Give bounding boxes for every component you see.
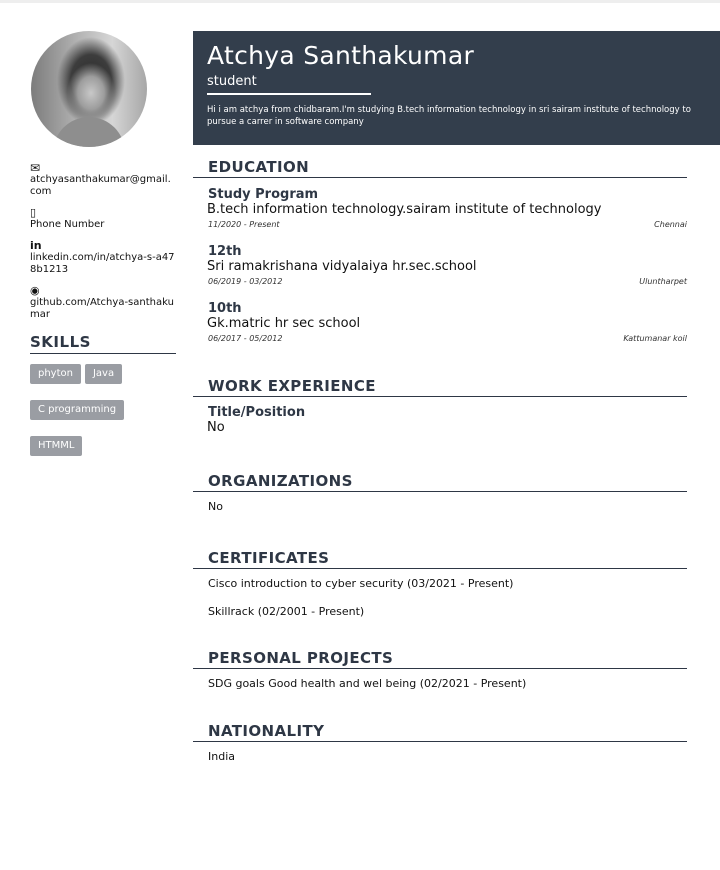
work-entry: Title/Position No [193,406,687,436]
skill-chip: phyton [30,364,81,384]
education-dates: 11/2020 - Present [208,220,280,229]
work-heading: WORK EXPERIENCE [193,377,687,397]
contact-email[interactable]: ✉ atchyasanthakumar@gmail.com [30,162,176,198]
top-border [0,0,720,3]
phone-text: Phone Number [30,219,105,230]
contact-linkedin[interactable]: in linkedin.com/in/atchya-s-a478b1213 [30,240,176,276]
work-position-label: Title/Position [208,405,306,420]
profile-role: student [207,74,371,95]
contact-list: ✉ atchyasanthakumar@gmail.com ▯ Phone Nu… [30,162,176,321]
profile-header: Atchya Santhakumar student Hi i am atchy… [193,31,720,145]
work-position-value: No [207,420,225,435]
contact-phone[interactable]: ▯ Phone Number [30,207,176,231]
skills-heading: SKILLS [30,333,176,354]
profile-name: Atchya Santhakumar [207,41,475,70]
education-degree: 12th [208,244,242,259]
phone-icon: ▯ [30,206,37,219]
linkedin-icon: in [30,239,42,252]
certificates-heading: CERTIFICATES [193,549,687,569]
skill-chip: HTMML [30,436,83,456]
project-item: SDG goals Good health and wel being (02/… [208,677,527,690]
email-text: atchyasanthakumar@gmail.com [30,174,171,197]
education-entry: 10th Gk.matric hr sec school 06/2017 - 0… [193,301,687,344]
linkedin-text: linkedin.com/in/atchya-s-a478b1213 [30,252,175,275]
education-dates: 06/2019 - 03/2012 [208,277,283,286]
projects-heading: PERSONAL PROJECTS [193,649,687,669]
profile-summary: Hi i am atchya from chidbaram.I'm studyi… [207,105,691,127]
education-institution: B.tech information technology.sairam ins… [207,202,602,217]
education-degree: Study Program [208,187,319,202]
sidebar: ✉ atchyasanthakumar@gmail.com ▯ Phone Nu… [30,31,176,472]
certificate-item: Skillrack (02/2001 - Present) [208,605,365,618]
education-dates: 06/2017 - 05/2012 [208,334,283,343]
skill-chip: C programming [30,400,125,420]
education-institution: Sri ramakrishana vidyalaiya hr.sec.schoo… [207,259,477,274]
skill-chip: Java [84,364,123,384]
education-location: Chennai [654,220,687,229]
education-institution: Gk.matric hr sec school [207,316,361,331]
main-content: EDUCATION Study Program B.tech informati… [193,158,687,763]
certificate-item: Cisco introduction to cyber security (03… [208,577,514,590]
education-heading: EDUCATION [193,158,687,178]
mail-icon: ✉ [30,161,41,175]
contact-github[interactable]: ◉ github.com/Atchya-santhakumar [30,285,176,321]
skills-list: phyton Java C programming HTMML [30,364,176,472]
education-location: Kattumanar koil [623,334,687,343]
education-entry: Study Program B.tech information technol… [193,187,687,230]
education-degree: 10th [208,301,242,316]
organizations-heading: ORGANIZATIONS [193,472,687,492]
nationality-value: India [208,750,235,763]
avatar [31,31,147,147]
organizations-value: No [208,500,223,513]
education-entry: 12th Sri ramakrishana vidyalaiya hr.sec.… [193,244,687,287]
github-text: github.com/Atchya-santhakumar [30,297,174,320]
education-location: Uluntharpet [639,277,687,286]
github-icon: ◉ [30,284,40,297]
nationality-heading: NATIONALITY [193,722,687,742]
